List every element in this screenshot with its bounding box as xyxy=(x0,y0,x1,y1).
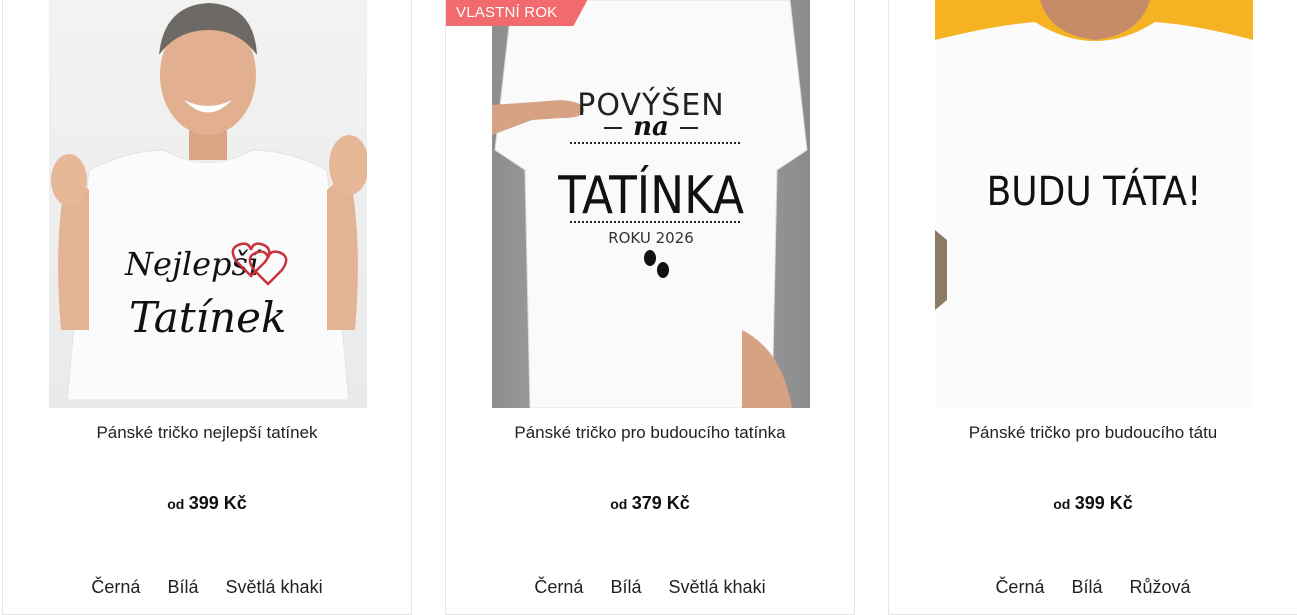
color-option[interactable]: Růžová xyxy=(1130,577,1191,598)
product-title[interactable]: Pánské tričko nejlepší tatínek xyxy=(3,423,411,443)
color-options: Černá Bílá Světlá khaki xyxy=(446,577,854,598)
product-card[interactable]: VLASTNÍ ROK POVÝŠEN na TATÍNKA ROKU 2026 xyxy=(445,0,855,615)
color-option[interactable]: Černá xyxy=(534,577,583,598)
price-prefix: od xyxy=(1053,496,1071,512)
price-amount: 379 Kč xyxy=(631,493,690,513)
print-line-4: ROKU 2026 xyxy=(608,229,694,247)
product-image[interactable]: BUDU TÁTA! xyxy=(935,0,1253,408)
print-line-2: na xyxy=(633,112,669,142)
color-option[interactable]: Černá xyxy=(995,577,1044,598)
product-image[interactable]: POVÝŠEN na TATÍNKA ROKU 2026 xyxy=(492,0,810,408)
price-amount: 399 Kč xyxy=(1074,493,1133,513)
price-prefix: od xyxy=(610,496,628,512)
custom-year-badge: VLASTNÍ ROK xyxy=(446,0,587,26)
price-amount: 399 Kč xyxy=(188,493,247,513)
color-options: Černá Bílá Růžová xyxy=(889,577,1297,598)
color-option[interactable]: Světlá khaki xyxy=(669,577,766,598)
product-price: od 379 Kč xyxy=(446,493,854,514)
price-prefix: od xyxy=(167,496,185,512)
print-line-2: Tatínek xyxy=(129,293,286,342)
product-grid: Nejlepší Tatínek Pánské tričko nejlepší … xyxy=(0,0,1297,615)
color-option[interactable]: Bílá xyxy=(1071,577,1102,598)
product-title[interactable]: Pánské tričko pro budoucího tatínka xyxy=(446,423,854,443)
product-card[interactable]: Nejlepší Tatínek Pánské tričko nejlepší … xyxy=(2,0,412,615)
print-line-1: Nejlepší xyxy=(124,245,262,283)
product-card[interactable]: BUDU TÁTA! Pánské tričko pro budoucího t… xyxy=(888,0,1297,615)
color-option[interactable]: Bílá xyxy=(167,577,198,598)
color-options: Černá Bílá Světlá khaki xyxy=(3,577,411,598)
color-option[interactable]: Černá xyxy=(91,577,140,598)
product-image[interactable]: Nejlepší Tatínek xyxy=(49,0,367,408)
product-price: od 399 Kč xyxy=(889,493,1297,514)
color-option[interactable]: Světlá khaki xyxy=(226,577,323,598)
print-line-1: BUDU TÁTA! xyxy=(987,167,1202,215)
print-line-3: TATÍNKA xyxy=(557,164,744,226)
color-option[interactable]: Bílá xyxy=(610,577,641,598)
product-title[interactable]: Pánské tričko pro budoucího tátu xyxy=(889,423,1297,443)
product-price: od 399 Kč xyxy=(3,493,411,514)
